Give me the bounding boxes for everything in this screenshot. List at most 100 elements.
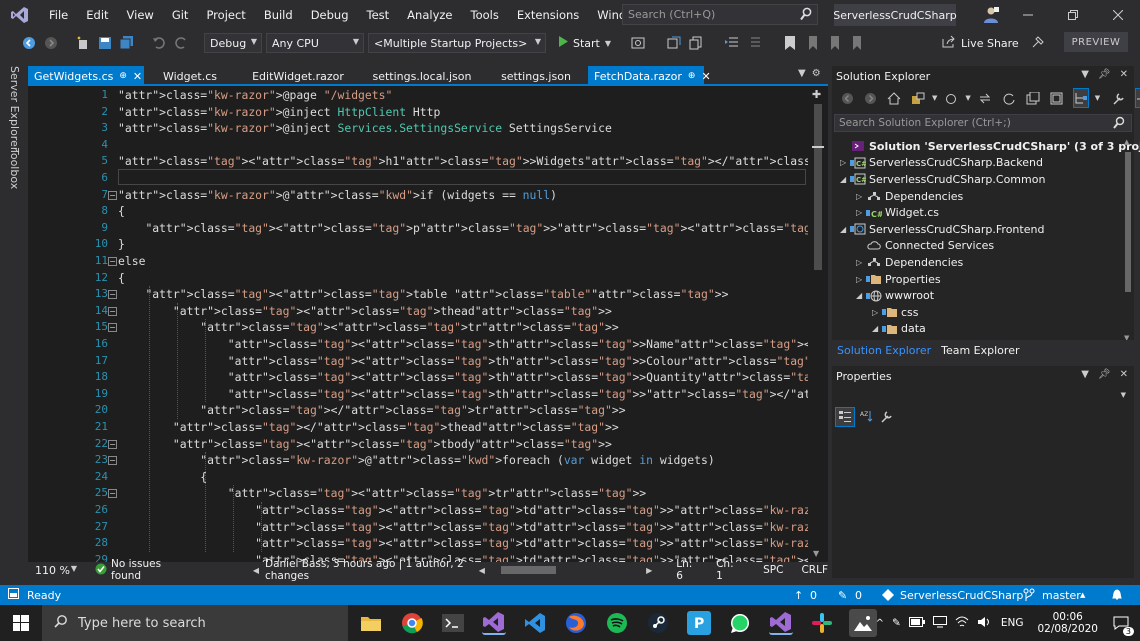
pencil-icon[interactable]: ✎ <box>838 589 847 602</box>
code-line[interactable]: "attr">class="kw-razor">@inject Services… <box>118 120 612 137</box>
solution-toolbar-icon[interactable] <box>666 35 682 51</box>
restore-icon[interactable] <box>1050 0 1095 30</box>
close-icon[interactable]: ✕ <box>1120 369 1128 380</box>
tab-list-dropdown-icon[interactable]: ▼ <box>798 68 806 79</box>
code-line[interactable]: else <box>118 253 145 270</box>
collapse-all-icon[interactable] <box>1026 90 1040 106</box>
home-icon[interactable] <box>887 90 901 106</box>
collapse-region-icon[interactable]: − <box>108 306 117 316</box>
tree-item[interactable]: ▷ Dependencies <box>856 254 963 271</box>
spotify-icon[interactable] <box>605 611 629 635</box>
menu-item-git[interactable]: Git <box>163 0 198 30</box>
menu-item-build[interactable]: Build <box>255 0 302 30</box>
undo-icon[interactable] <box>151 35 167 51</box>
tab-fetchdata-razor[interactable]: FetchData.razor ⊕ ✕ <box>588 66 711 86</box>
outdent-icon[interactable] <box>746 35 762 51</box>
expanded-triangle-icon[interactable]: ◢ <box>840 175 850 184</box>
tree-item[interactable]: Solution 'ServerlessCrudCSharp' (3 of 3 … <box>840 138 1140 155</box>
panel-menu-icon[interactable]: ▼ <box>1081 369 1089 380</box>
alphabetical-view-icon[interactable]: AZ <box>860 409 874 426</box>
server-explorer-tab[interactable]: Server Explorer <box>8 66 21 151</box>
save-all-icon[interactable] <box>119 35 135 51</box>
chevron-down-icon[interactable]: ▼ <box>965 94 970 102</box>
expanded-triangle-icon[interactable]: ◢ <box>840 225 850 234</box>
close-icon[interactable] <box>1095 0 1140 30</box>
forward-icon[interactable] <box>864 90 877 106</box>
collapsed-triangle-icon[interactable]: ▷ <box>840 158 850 167</box>
collapse-region-icon[interactable]: − <box>108 489 117 499</box>
battery-icon[interactable] <box>908 616 925 630</box>
issues-label[interactable]: No issues found <box>111 558 181 582</box>
categorized-view-icon[interactable] <box>835 407 855 427</box>
tree-item[interactable]: ▷ C# ServerlessCrudCSharp.Backend <box>840 155 1043 172</box>
menu-item-view[interactable]: View <box>118 0 163 30</box>
visual-studio-taskbar-icon[interactable] <box>482 611 506 635</box>
git-blame-label[interactable]: Daniel Bass, 3 hours ago | 1 author, 2 c… <box>265 558 471 582</box>
menu-item-test[interactable]: Test <box>358 0 399 30</box>
code-line[interactable]: "attr">class="tag"><"attr">class="tag">t… <box>118 286 728 303</box>
code-line[interactable]: "attr">class="tag"><"attr">class="tag">t… <box>118 535 808 552</box>
code-line[interactable]: "attr">class="tag"><"attr">class="tag">t… <box>118 353 808 370</box>
windows-start-icon[interactable] <box>13 615 29 634</box>
code-text-area[interactable]: "attr">class="kw-razor">@page "/widgets"… <box>118 86 808 562</box>
code-line[interactable]: "attr">class="kw-razor">@"attr">class="k… <box>118 187 557 204</box>
horizontal-scroll-left-icon[interactable]: ◀ <box>479 566 485 575</box>
pin-tab-icon[interactable]: ⊕ <box>688 71 696 81</box>
scroll-up-icon[interactable]: ▲ <box>1124 138 1129 146</box>
code-line[interactable]: "attr">class="tag"><"attr">class="tag">t… <box>118 502 808 519</box>
code-line[interactable]: { <box>118 203 125 220</box>
firefox-icon[interactable] <box>564 611 588 635</box>
save-icon[interactable] <box>97 35 113 51</box>
whatsapp-icon[interactable] <box>728 611 752 635</box>
repository-name[interactable]: ServerlessCrudCSharp <box>900 589 1023 602</box>
menu-item-debug[interactable]: Debug <box>302 0 358 30</box>
code-line[interactable]: "attr">class="kw-razor">@page "/widgets" <box>118 87 392 104</box>
collapse-region-icon[interactable]: − <box>108 290 117 300</box>
code-editor[interactable]: 1 2 3 4 5 6 7 8 9 10 11 12 13 14 15 16 17 18 19 20 21 22 23 24 2… <box>28 86 828 562</box>
menu-item-edit[interactable]: Edit <box>77 0 117 30</box>
pending-changes-filter-icon[interactable] <box>944 90 958 106</box>
code-line[interactable]: "attr">class="tag"></"attr">class="tag">… <box>118 419 619 436</box>
tab-settings-local-json[interactable]: settings.local.json <box>360 66 484 86</box>
chevron-down-icon[interactable]: ▼ <box>1095 94 1100 102</box>
scrollbar-thumb[interactable] <box>814 104 822 270</box>
code-line[interactable]: "attr">class="kw-razor">@inject HttpClie… <box>118 104 440 121</box>
tree-item[interactable]: Connected Services <box>856 238 994 255</box>
tree-item[interactable]: ◢ ServerlessCrudCSharp.Frontend <box>840 221 1044 238</box>
taskbar-search-input[interactable]: Type here to search <box>42 605 348 641</box>
zoom-dropdown[interactable]: 110 % ▼ <box>30 563 81 577</box>
code-line[interactable]: "attr">class="tag"><"attr">class="tag">t… <box>118 303 612 320</box>
tree-item[interactable]: ▷ css <box>872 304 919 321</box>
steam-icon[interactable] <box>646 611 670 635</box>
clear-bookmarks-icon[interactable] <box>848 35 864 51</box>
push-up-arrow-icon[interactable]: ↑ <box>794 589 803 602</box>
tree-item[interactable]: ◢ C# ServerlessCrudCSharp.Common <box>840 171 1045 188</box>
preview-selected-items-icon[interactable] <box>1135 88 1140 108</box>
collapsed-triangle-icon[interactable]: ▷ <box>872 308 882 317</box>
code-line[interactable]: "attr">class="tag"><"attr">class="tag">t… <box>118 336 808 353</box>
expanded-triangle-icon[interactable]: ◢ <box>856 291 866 300</box>
code-line[interactable]: "attr">class="tag"><"attr">class="tag">t… <box>118 436 612 453</box>
forward-icon[interactable] <box>43 35 59 51</box>
editor-vertical-scrollbar[interactable]: ✚ ▼ <box>810 86 826 562</box>
chevron-left-icon[interactable]: ◀ <box>253 566 259 575</box>
properties-object-dropdown[interactable]: ▼ <box>832 386 1134 406</box>
visual-studio-logo-icon[interactable] <box>0 0 40 30</box>
collapse-region-icon[interactable]: − <box>108 439 117 449</box>
file-explorer-icon[interactable] <box>359 611 383 635</box>
collapsed-triangle-icon[interactable]: ▷ <box>856 275 866 284</box>
properties-wrench-icon[interactable] <box>1112 90 1126 106</box>
scroll-down-icon[interactable]: ▼ <box>813 549 819 558</box>
switch-views-icon[interactable] <box>911 90 925 106</box>
tree-item[interactable]: ▷ Dependencies <box>856 188 963 205</box>
show-all-files-icon[interactable] <box>1050 90 1064 106</box>
new-item-icon[interactable] <box>75 35 91 51</box>
parsec-p-icon[interactable]: P <box>687 611 711 635</box>
menu-item-analyze[interactable]: Analyze <box>398 0 461 30</box>
tab-getwidgets-cs[interactable]: GetWidgets.cs ⊕ ✕ <box>28 66 144 86</box>
back-icon[interactable] <box>21 35 37 51</box>
live-share-button[interactable]: Live Share <box>942 35 1019 51</box>
line-ending-indicator[interactable]: CRLF <box>801 564 828 576</box>
collapsed-triangle-icon[interactable]: ▷ <box>856 258 866 267</box>
code-line[interactable]: { <box>118 469 207 486</box>
